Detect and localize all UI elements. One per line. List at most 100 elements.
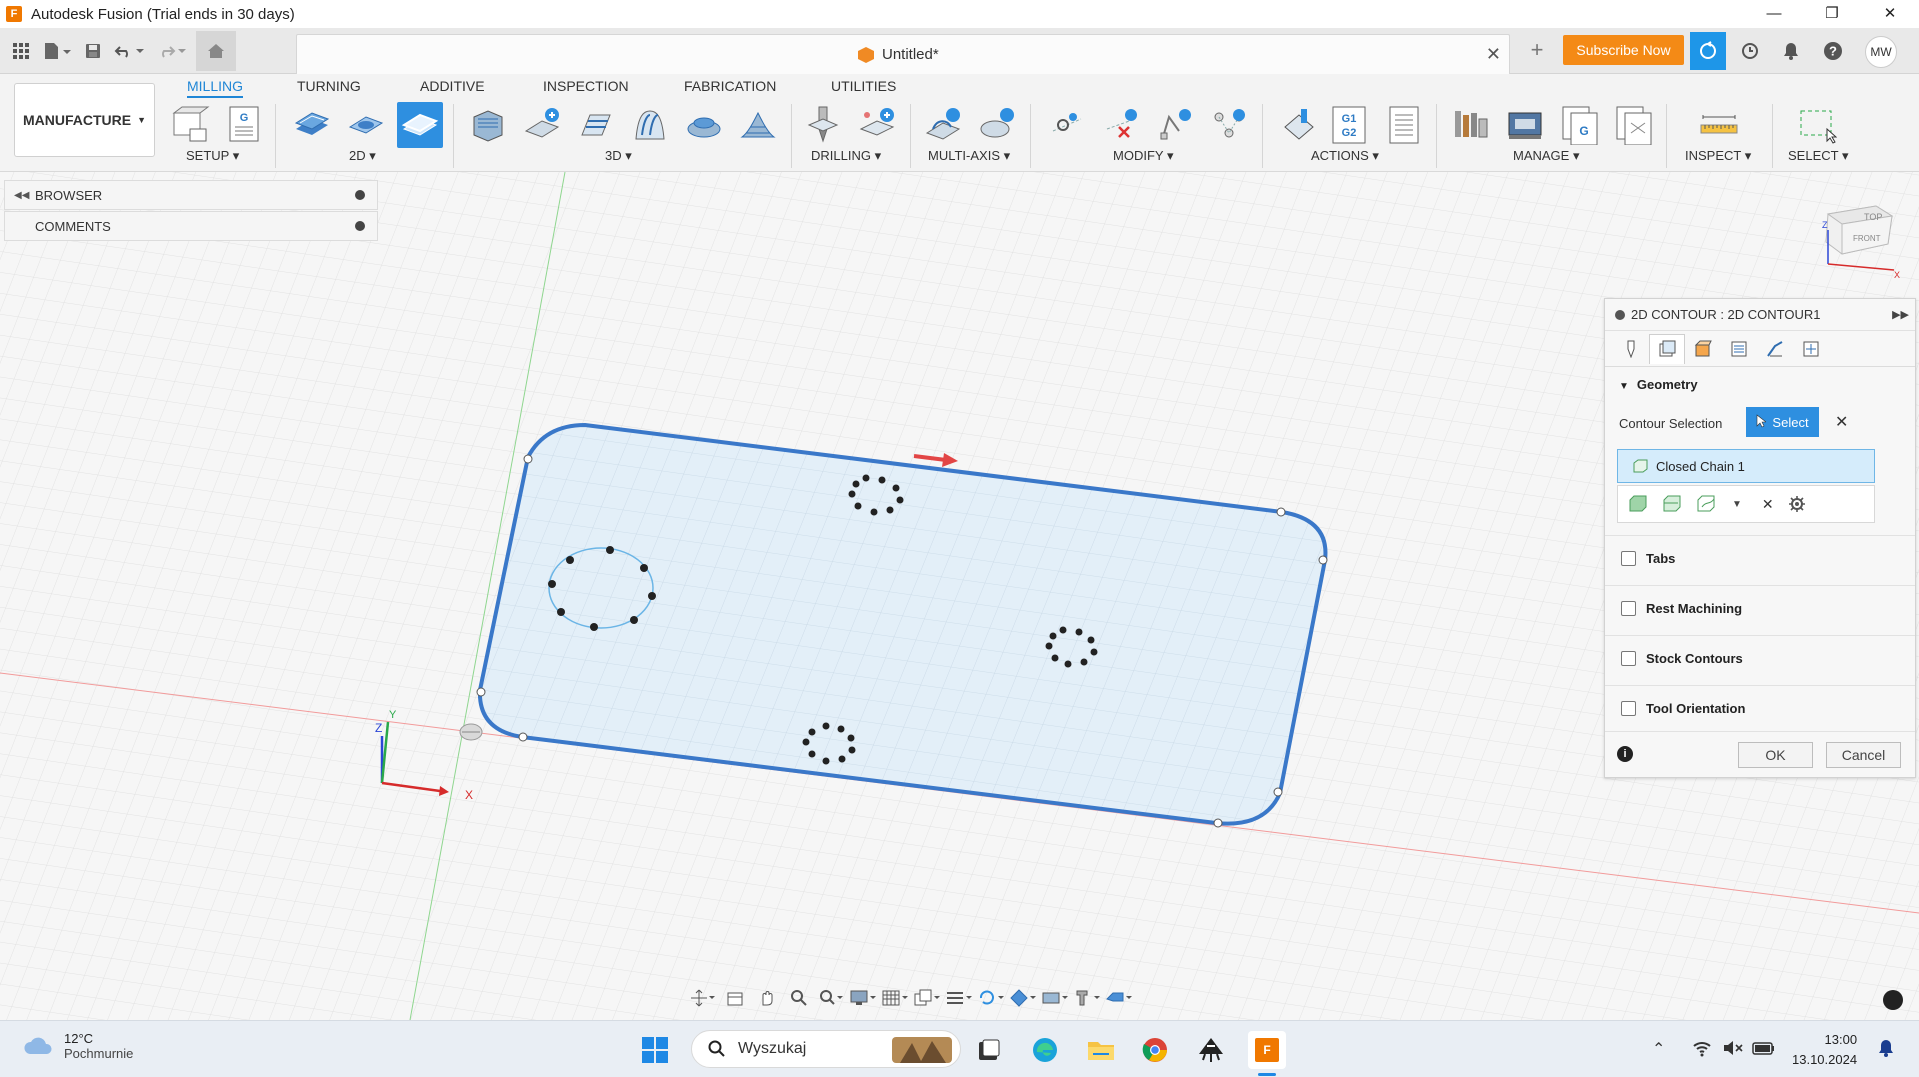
machine-display-icon[interactable] xyxy=(1106,987,1132,1009)
edge-browser-icon[interactable] xyxy=(1026,1031,1064,1069)
job-status-clock-icon[interactable] xyxy=(1735,36,1765,66)
viewports-icon[interactable] xyxy=(914,987,940,1009)
system-clock[interactable]: 13:00 13.10.2024 xyxy=(1792,1030,1857,1070)
workspace-switcher[interactable]: MANUFACTURE ▼ xyxy=(14,83,155,157)
wifi-icon[interactable] xyxy=(1692,1039,1712,1062)
templates-icon[interactable] xyxy=(1610,102,1656,148)
geometry-section-title[interactable]: ▼ Geometry xyxy=(1619,377,1698,392)
subscribe-button[interactable]: Subscribe Now xyxy=(1563,35,1684,65)
3d-adaptive-icon[interactable] xyxy=(465,102,511,148)
3d-steep-shallow-icon[interactable] xyxy=(735,102,781,148)
remove-chain-icon[interactable]: ✕ xyxy=(1762,496,1774,513)
tool-display-icon[interactable] xyxy=(1074,987,1100,1009)
simulate-icon[interactable] xyxy=(1276,102,1322,148)
stock-contours-option[interactable]: Stock Contours xyxy=(1605,635,1915,681)
tray-chevron-up-icon[interactable]: ⌃ xyxy=(1652,1039,1665,1059)
measure-icon[interactable] xyxy=(1696,102,1742,148)
rest-machining-checkbox[interactable] xyxy=(1621,601,1636,616)
tool-orientation-option[interactable]: Tool Orientation xyxy=(1605,685,1915,731)
delete-toolpath-icon[interactable] xyxy=(1098,102,1144,148)
tabs-checkbox[interactable] xyxy=(1621,551,1636,566)
edit-notes-icon[interactable] xyxy=(1152,102,1198,148)
undo-icon[interactable] xyxy=(108,36,150,66)
fixture-display-icon[interactable] xyxy=(1042,987,1068,1009)
new-tab-plus-icon[interactable]: + xyxy=(1522,36,1552,66)
hole-recognition-icon[interactable] xyxy=(854,102,900,148)
zoom-window-icon[interactable] xyxy=(818,987,844,1009)
tool-orientation-checkbox[interactable] xyxy=(1621,701,1636,716)
drilling-group-label[interactable]: DRILLING ▾ xyxy=(811,148,881,164)
expand-dialog-icon[interactable]: ▶▶ xyxy=(1892,308,1909,321)
file-explorer-icon[interactable] xyxy=(1082,1031,1120,1069)
actions-group-label[interactable]: ACTIONS ▾ xyxy=(1311,148,1379,164)
ok-button[interactable]: OK xyxy=(1738,742,1813,768)
modify-group-label[interactable]: MODIFY ▾ xyxy=(1113,148,1173,164)
stock-contours-checkbox[interactable] xyxy=(1621,651,1636,666)
contour-select-button[interactable]: Select xyxy=(1746,407,1819,437)
pan-hand-icon[interactable] xyxy=(754,987,780,1009)
close-icon[interactable]: ✕ xyxy=(1861,0,1919,28)
minimize-icon[interactable]: — xyxy=(1745,0,1803,28)
origin-marker[interactable] xyxy=(459,723,483,741)
volume-muted-icon[interactable] xyxy=(1722,1039,1744,1062)
tab-utilities[interactable]: UTILITIES xyxy=(831,74,896,98)
drill-icon[interactable] xyxy=(800,102,846,148)
2d-adaptive-icon[interactable] xyxy=(289,102,335,148)
settings-gear-icon[interactable] xyxy=(1788,495,1806,513)
manage-group-label[interactable]: MANAGE ▾ xyxy=(1513,148,1579,164)
add-chain-icon[interactable] xyxy=(1628,495,1648,513)
pin-dot-icon[interactable] xyxy=(355,190,365,200)
grid-settings-icon[interactable] xyxy=(882,987,908,1009)
2d-contour-icon[interactable] xyxy=(397,102,443,148)
3d-horizontal-icon[interactable] xyxy=(681,102,727,148)
tab-turning[interactable]: TURNING xyxy=(297,74,361,98)
select-group-label[interactable]: SELECT ▾ xyxy=(1788,148,1848,164)
restore-icon[interactable]: ❐ xyxy=(1803,0,1861,28)
windows-start-icon[interactable] xyxy=(636,1031,674,1069)
tab-inspection[interactable]: INSPECTION xyxy=(543,74,629,98)
3d-group-label[interactable]: 3D ▾ xyxy=(605,148,632,164)
nc-program-icon[interactable]: G xyxy=(221,102,267,148)
weather-widget[interactable]: 12°C Pochmurnie xyxy=(22,1031,133,1061)
tab-heights-icon[interactable] xyxy=(1685,334,1721,364)
3d-pocket-clearing-icon[interactable] xyxy=(519,102,565,148)
viewcube[interactable]: TOP FRONT X Z xyxy=(1812,196,1902,286)
taskbar-search[interactable]: Wyszukaj xyxy=(691,1030,961,1068)
inspect-group-label[interactable]: INSPECT ▾ xyxy=(1685,148,1751,164)
multi-axis-contour-icon[interactable] xyxy=(920,102,966,148)
tab-additive[interactable]: ADDITIVE xyxy=(420,74,485,98)
file-menu-icon[interactable] xyxy=(36,36,78,66)
rest-machining-option[interactable]: Rest Machining xyxy=(1605,585,1915,631)
tool-library-icon[interactable] xyxy=(1448,102,1494,148)
swarf-icon[interactable] xyxy=(974,102,1020,148)
display-settings-icon[interactable] xyxy=(850,987,876,1009)
add-comment-icon[interactable] xyxy=(355,221,365,231)
tab-milling[interactable]: MILLING xyxy=(187,74,244,98)
3d-contour-icon[interactable] xyxy=(627,102,673,148)
save-icon[interactable] xyxy=(78,36,108,66)
feedback-icon[interactable] xyxy=(1883,990,1903,1010)
window-select-icon[interactable] xyxy=(1794,102,1840,148)
tab-passes-icon[interactable] xyxy=(1721,334,1757,364)
tab-post-icon[interactable] xyxy=(1793,334,1829,364)
data-panel-grid-icon[interactable] xyxy=(6,36,36,66)
tab-fabrication[interactable]: FABRICATION xyxy=(684,74,776,98)
help-icon[interactable]: ? xyxy=(1818,36,1848,66)
chain-options-chevron-icon[interactable]: ▼ xyxy=(1732,499,1742,510)
comments-row[interactable]: COMMENTS xyxy=(4,211,378,241)
fusion-taskbar-icon[interactable]: F xyxy=(1248,1031,1286,1069)
simulation-display-icon[interactable] xyxy=(978,987,1004,1009)
orbit-move-icon[interactable] xyxy=(690,987,716,1009)
tabs-option[interactable]: Tabs xyxy=(1605,535,1915,581)
3d-parallel-icon[interactable] xyxy=(573,102,619,148)
notifications-bell-icon[interactable] xyxy=(1776,36,1806,66)
machine-library-icon[interactable] xyxy=(1502,102,1548,148)
collapse-left-icon[interactable]: ◀◀ xyxy=(14,190,29,201)
multi-axis-group-label[interactable]: MULTI-AXIS ▾ xyxy=(928,148,1010,164)
2d-pocket-icon[interactable] xyxy=(343,102,389,148)
cancel-button[interactable]: Cancel xyxy=(1826,742,1901,768)
home-icon[interactable] xyxy=(196,31,236,71)
tab-geometry-icon[interactable] xyxy=(1649,333,1685,364)
post-process-icon[interactable]: G1 G2 xyxy=(1326,102,1372,148)
setup-group-label[interactable]: SETUP ▾ xyxy=(186,148,239,164)
